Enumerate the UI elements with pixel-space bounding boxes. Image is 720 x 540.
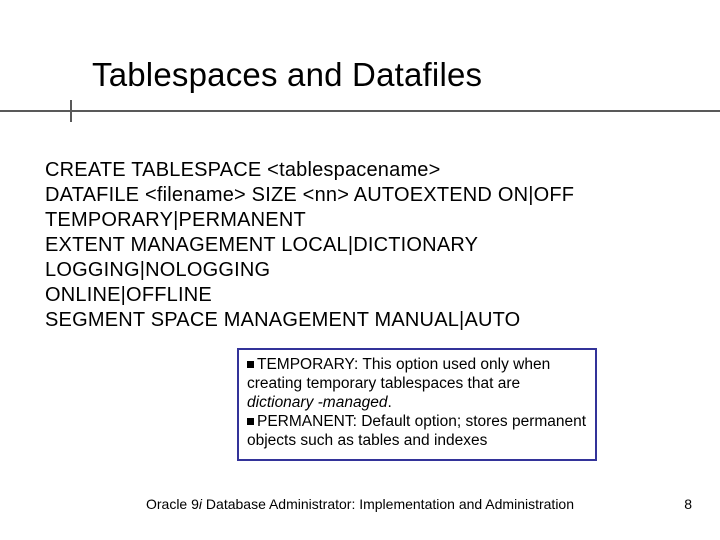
code-line: EXTENT MANAGEMENT LOCAL|DICTIONARY	[45, 233, 680, 258]
code-line: ONLINE|OFFLINE	[45, 283, 680, 308]
callout-bullet-2: PERMANENT: Default option; stores perman…	[247, 413, 587, 451]
page-number: 8	[684, 496, 692, 512]
callout-bullet-1: TEMPORARY: This option used only when cr…	[247, 356, 587, 413]
callout-text: PERMANENT: Default option; stores perman…	[247, 413, 586, 449]
footer-prefix: Oracle 9	[146, 496, 199, 512]
page-title: Tablespaces and Datafiles	[92, 56, 690, 94]
code-line: SEGMENT SPACE MANAGEMENT MANUAL|AUTO	[45, 308, 680, 333]
square-bullet-icon	[247, 361, 254, 368]
title-tick	[70, 100, 72, 122]
code-line: LOGGING|NOLOGGING	[45, 258, 680, 283]
callout-text: TEMPORARY: This option used only when cr…	[247, 356, 550, 392]
callout-text-end: .	[387, 394, 391, 411]
code-line: CREATE TABLESPACE <tablespacename>	[45, 158, 680, 183]
footer-rest: Database Administrator: Implementation a…	[202, 496, 574, 512]
slide: Tablespaces and Datafiles CREATE TABLESP…	[0, 0, 720, 540]
code-line: TEMPORARY|PERMANENT	[45, 208, 680, 233]
body-code-block: CREATE TABLESPACE <tablespacename> DATAF…	[45, 158, 680, 333]
footer: Oracle 9i Database Administrator: Implem…	[0, 496, 720, 512]
title-area: Tablespaces and Datafiles	[92, 56, 690, 94]
callout-box: TEMPORARY: This option used only when cr…	[237, 348, 597, 461]
square-bullet-icon	[247, 418, 254, 425]
title-underline	[0, 110, 720, 112]
code-line: DATAFILE <filename> SIZE <nn> AUTOEXTEND…	[45, 183, 680, 208]
callout-italic: dictionary -managed	[247, 394, 387, 411]
